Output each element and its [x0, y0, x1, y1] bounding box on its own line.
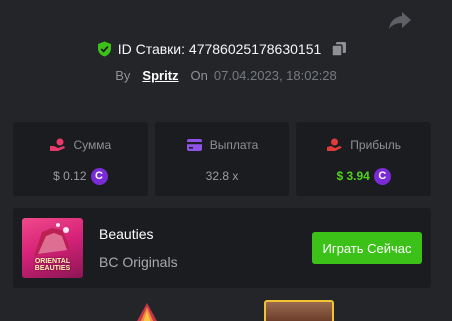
game-thumbnail[interactable]: ORIENTAL BEAUTIES	[22, 218, 83, 278]
stat-payout: Выплата 32.8 x	[154, 122, 290, 196]
stat-payout-value: 32.8 x	[205, 169, 239, 183]
gem-icon	[137, 303, 157, 321]
stat-payout-label: Выплата	[209, 138, 259, 152]
stat-amount-label: Сумма	[73, 138, 112, 152]
stat-profit-value: $ 3.94	[336, 169, 370, 183]
stat-amount-value: $ 0.12	[53, 169, 87, 183]
play-now-button[interactable]: Играть Сейчас	[312, 232, 422, 264]
copy-icon[interactable]	[331, 41, 347, 57]
stat-profit-label: Прибыль	[350, 138, 402, 152]
bet-id: ID Ставки: 47786025178630151	[117, 41, 322, 57]
share-icon[interactable]	[388, 9, 412, 31]
game-title[interactable]: Beauties	[99, 226, 153, 242]
bet-author-row: By Spritz On 07.04.2023, 18:02:28	[0, 65, 452, 85]
bcd-coin-icon: C	[90, 167, 108, 185]
verified-shield-icon	[97, 41, 111, 57]
game-provider: BC Originals	[99, 254, 178, 270]
profit-hand-icon	[327, 138, 343, 151]
game-thumbnail-title: ORIENTAL BEAUTIES	[34, 258, 71, 272]
bcd-coin-icon: C	[373, 167, 391, 185]
stat-profit: Прибыль $ 3.94 C	[296, 122, 432, 196]
on-label: On	[190, 67, 208, 83]
bottom-partial-row	[0, 298, 452, 321]
bet-date: 07.04.2023, 18:02:28	[213, 67, 337, 83]
card-icon	[186, 139, 202, 151]
by-label: By	[115, 67, 131, 83]
bet-stats: Сумма $ 0.12 C Выплата 32.8 x Прибыль $ …	[13, 122, 432, 196]
game-card: ORIENTAL BEAUTIES Beauties BC Originals …	[13, 208, 431, 288]
crate-icon	[264, 300, 334, 321]
stat-amount: Сумма $ 0.12 C	[13, 122, 148, 196]
username-link[interactable]: Spritz	[142, 68, 178, 83]
money-hand-icon	[50, 138, 66, 151]
bet-id-row: ID Ставки: 47786025178630151	[0, 38, 452, 60]
